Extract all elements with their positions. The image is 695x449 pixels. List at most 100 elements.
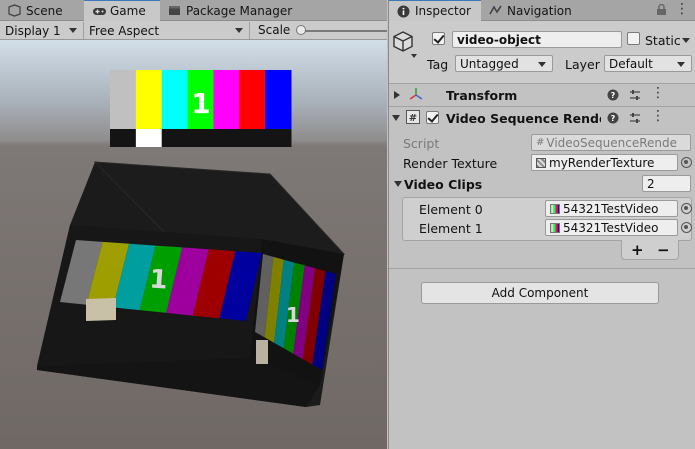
tab-navigation[interactable]: Navigation <box>481 0 591 21</box>
script-value: VideoSequenceRende <box>546 135 677 150</box>
test-card-bottom-block <box>213 129 240 147</box>
game-controller-icon <box>92 5 106 18</box>
lock-icon[interactable] <box>655 3 667 16</box>
cube-front-number: 1 <box>148 264 168 295</box>
video-sequence-component-header[interactable]: # Video Sequence Render Textu ? ⋮ <box>389 107 695 129</box>
test-card-bar <box>239 70 266 129</box>
script-label: Script <box>403 136 440 151</box>
tab-scene[interactable]: Scene <box>0 0 84 21</box>
help-icon[interactable]: ? <box>607 89 619 101</box>
object-picker-icon[interactable] <box>681 203 692 214</box>
tab-game[interactable]: Game <box>84 0 160 21</box>
add-element-button[interactable]: + <box>631 241 644 259</box>
test-card-bottom-block <box>265 129 292 147</box>
object-picker-icon[interactable] <box>681 157 692 168</box>
element-0-label: Element 0 <box>419 202 483 217</box>
tag-label: Tag <box>427 57 449 72</box>
display-dropdown[interactable]: Display 1 <box>0 22 84 39</box>
cube-right-number: 1 <box>286 303 300 327</box>
video-sequence-title: Video Sequence Render Textu <box>446 111 601 126</box>
render-texture-icon <box>536 157 546 168</box>
chevron-down-icon <box>69 28 77 33</box>
cube-right-white-block <box>256 340 268 364</box>
static-checkbox[interactable] <box>627 32 640 45</box>
game-panel: Scene Game Package Manager Display 1 Fre… <box>0 0 387 449</box>
tab-scene-label: Scene <box>26 3 63 18</box>
script-icon: # <box>406 110 420 127</box>
tab-package-manager[interactable]: Package Manager <box>160 0 310 21</box>
tab-package-manager-label: Package Manager <box>186 3 293 18</box>
separator <box>389 268 695 269</box>
more-options-icon[interactable]: ⋮ <box>651 109 665 123</box>
game-toolbar: Display 1 Free Aspect Scale <box>0 21 387 40</box>
preset-icon[interactable] <box>629 89 641 101</box>
tab-inspector[interactable]: Inspector <box>389 0 481 21</box>
transform-icon <box>409 87 423 104</box>
test-card-bar <box>213 70 240 129</box>
render-texture-field[interactable]: myRenderTexture <box>531 154 678 171</box>
scale-slider-track[interactable] <box>300 30 387 32</box>
script-file-icon: # <box>536 137 545 148</box>
layer-dropdown[interactable]: Default <box>604 55 692 72</box>
textured-cube: 1 1 <box>37 161 346 407</box>
chevron-down-icon[interactable] <box>411 54 417 58</box>
navigation-icon <box>489 4 502 17</box>
layer-dropdown-value: Default <box>609 56 653 71</box>
component-enabled-checkbox[interactable] <box>426 111 439 124</box>
scale-slider-handle[interactable] <box>296 25 306 35</box>
object-picker-icon[interactable] <box>681 222 692 233</box>
transform-title: Transform <box>446 88 518 103</box>
test-card-bottom-block <box>110 129 137 147</box>
test-card-bar <box>135 70 163 129</box>
test-card-bottom-block <box>239 129 266 147</box>
aspect-dropdown[interactable]: Free Aspect <box>84 22 250 39</box>
test-card-flat: 1 <box>110 70 292 147</box>
chevron-down-icon <box>677 62 685 67</box>
object-name-field[interactable]: video-object <box>452 31 622 48</box>
test-card-bottom-block <box>135 129 163 147</box>
transform-component-header[interactable]: Transform ? ⋮ <box>389 84 695 106</box>
add-component-label: Add Component <box>491 286 589 300</box>
layer-label: Layer <box>565 57 600 72</box>
list-add-remove-bar <box>621 240 679 260</box>
game-view[interactable]: 1 1 1 <box>0 40 387 449</box>
video-clips-label: Video Clips <box>404 177 483 192</box>
object-active-checkbox[interactable] <box>432 32 445 45</box>
cube-front-white-block <box>86 297 116 321</box>
help-icon[interactable]: ? <box>607 112 619 124</box>
chevron-down-icon[interactable] <box>394 181 402 187</box>
chevron-right-icon[interactable] <box>394 91 400 99</box>
scale-label: Scale <box>258 23 291 37</box>
display-dropdown-value: Display 1 <box>5 23 61 38</box>
tab-inspector-label: Inspector <box>415 4 471 18</box>
preset-icon[interactable] <box>629 112 641 124</box>
tab-navigation-label: Navigation <box>507 3 572 18</box>
more-options-icon[interactable]: ⋮ <box>675 2 689 16</box>
more-options-icon[interactable]: ⋮ <box>651 86 665 100</box>
svg-text:#: # <box>409 113 417 124</box>
tag-dropdown-value: Untagged <box>460 56 519 71</box>
chevron-down-icon[interactable] <box>392 115 400 121</box>
video-clips-size-field[interactable]: 2 <box>642 175 691 192</box>
chevron-down-icon <box>235 28 243 33</box>
static-label: Static <box>645 33 681 48</box>
left-tab-bar: Scene Game Package Manager <box>0 0 387 21</box>
test-card-bar <box>110 70 137 129</box>
object-name-value: video-object <box>457 32 541 47</box>
chevron-down-icon[interactable] <box>682 38 690 43</box>
inspector-panel: Inspector Navigation ⋮ video-object Stat… <box>388 0 695 449</box>
add-component-button[interactable]: Add Component <box>421 282 659 304</box>
remove-element-button[interactable]: − <box>657 241 670 259</box>
tag-dropdown[interactable]: Untagged <box>455 55 553 72</box>
tab-game-label: Game <box>110 4 146 18</box>
package-icon <box>168 4 181 17</box>
test-card-number: 1 <box>191 87 210 120</box>
element-1-value: 54321TestVideo <box>563 220 659 235</box>
element-0-field[interactable]: 54321TestVideo <box>545 200 678 217</box>
element-1-field[interactable]: 54321TestVideo <box>545 219 678 236</box>
test-card-bar <box>265 70 292 129</box>
script-field: # VideoSequenceRende <box>531 134 691 151</box>
video-clip-icon <box>550 203 560 214</box>
video-clip-icon <box>550 222 560 233</box>
chevron-down-icon <box>538 62 546 67</box>
